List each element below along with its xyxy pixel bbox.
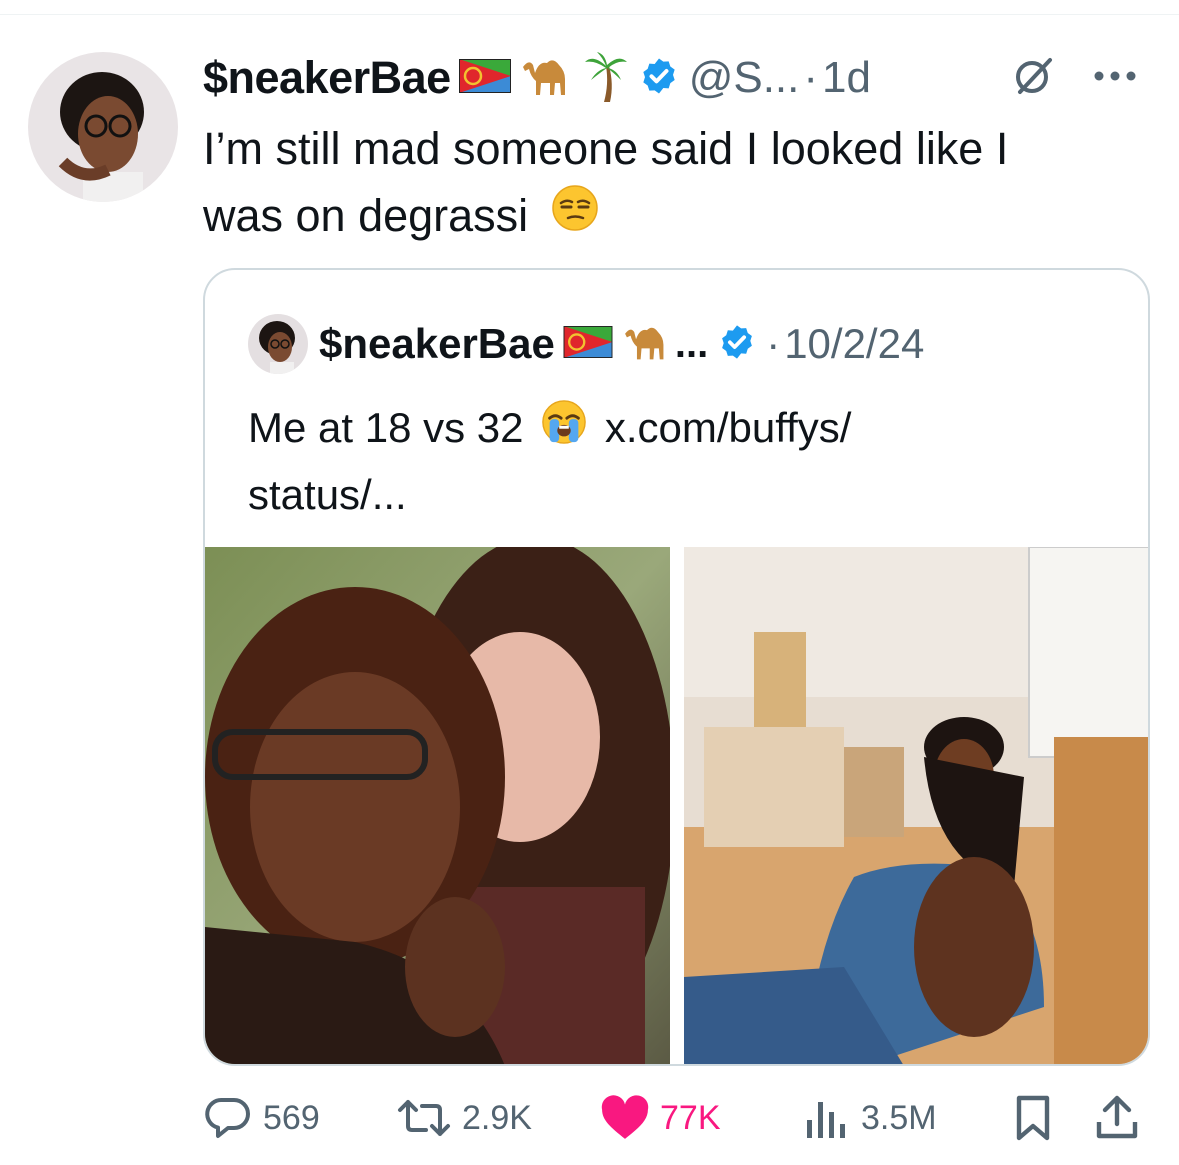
reply-button[interactable]: 569 [203,1090,320,1146]
top-divider [0,14,1179,15]
unamused-face-icon [551,184,599,249]
action-bar: 569 2.9K 77K 3.5M [203,1090,1153,1146]
view-count: 3.5M [861,1098,937,1137]
camel-icon [621,321,673,368]
repost-icon [396,1094,452,1142]
name-truncation: ... [674,321,709,366]
like-button[interactable]: 77K [600,1090,721,1146]
tweet-text-line-1: I’m still mad someone said I looked like… [203,123,1009,175]
eritrea-flag-icon [563,325,613,363]
quoted-tweet[interactable]: $neakerBae ... · 10/2/24 Me at 18 vs 32 … [203,268,1150,1066]
timestamp[interactable]: 1d [822,53,871,103]
share-button[interactable] [1095,1090,1139,1146]
eritrea-flag-icon [458,58,511,98]
photo-age-32[interactable] [683,547,1148,1064]
loudly-crying-face-icon [541,399,587,463]
header-actions [1012,54,1138,103]
quoted-avatar[interactable] [248,314,308,374]
grok-icon[interactable] [1012,54,1056,103]
quoted-display-name[interactable]: $neakerBae [319,320,555,368]
quoted-header: $neakerBae ... · 10/2/24 [319,314,924,374]
more-options-icon[interactable] [1092,69,1138,88]
tweet-header: $neakerBae @S... · 1d [203,48,871,108]
reply-count: 569 [263,1098,320,1137]
quoted-text-part-1: Me at 18 vs 32 [248,404,524,451]
heart-icon [600,1095,650,1141]
bookmark-button[interactable] [1013,1090,1053,1146]
reply-icon [203,1094,253,1142]
display-name[interactable]: $neakerBae [203,52,451,104]
repost-count: 2.9K [462,1098,532,1137]
share-icon [1095,1094,1139,1142]
palm-tree-icon [583,48,629,109]
separator-dot: · [803,53,819,102]
camel-icon [519,53,575,104]
handle[interactable]: @S... [689,53,800,103]
repost-button[interactable]: 2.9K [396,1090,532,1146]
analytics-icon [803,1096,851,1140]
verified-badge-icon[interactable] [639,56,679,101]
quoted-text: Me at 18 vs 32 x.com/buffys/ status/... [248,396,1108,527]
quoted-link-continued[interactable]: status/... [248,471,407,518]
avatar[interactable] [28,52,178,202]
quoted-date[interactable]: 10/2/24 [784,320,924,368]
photo-age-18[interactable] [205,547,670,1064]
tweet-text-line-2: was on degrassi [203,190,529,242]
verified-badge-icon[interactable] [718,323,756,366]
bookmark-icon [1013,1094,1053,1142]
media-grid [205,547,1148,1064]
like-count: 77K [660,1098,721,1137]
views-button[interactable]: 3.5M [803,1090,937,1146]
separator-dot: · [766,320,781,367]
quoted-link[interactable]: x.com/buffys/ [605,404,852,451]
tweet-text: I’m still mad someone said I looked like… [203,114,1143,249]
